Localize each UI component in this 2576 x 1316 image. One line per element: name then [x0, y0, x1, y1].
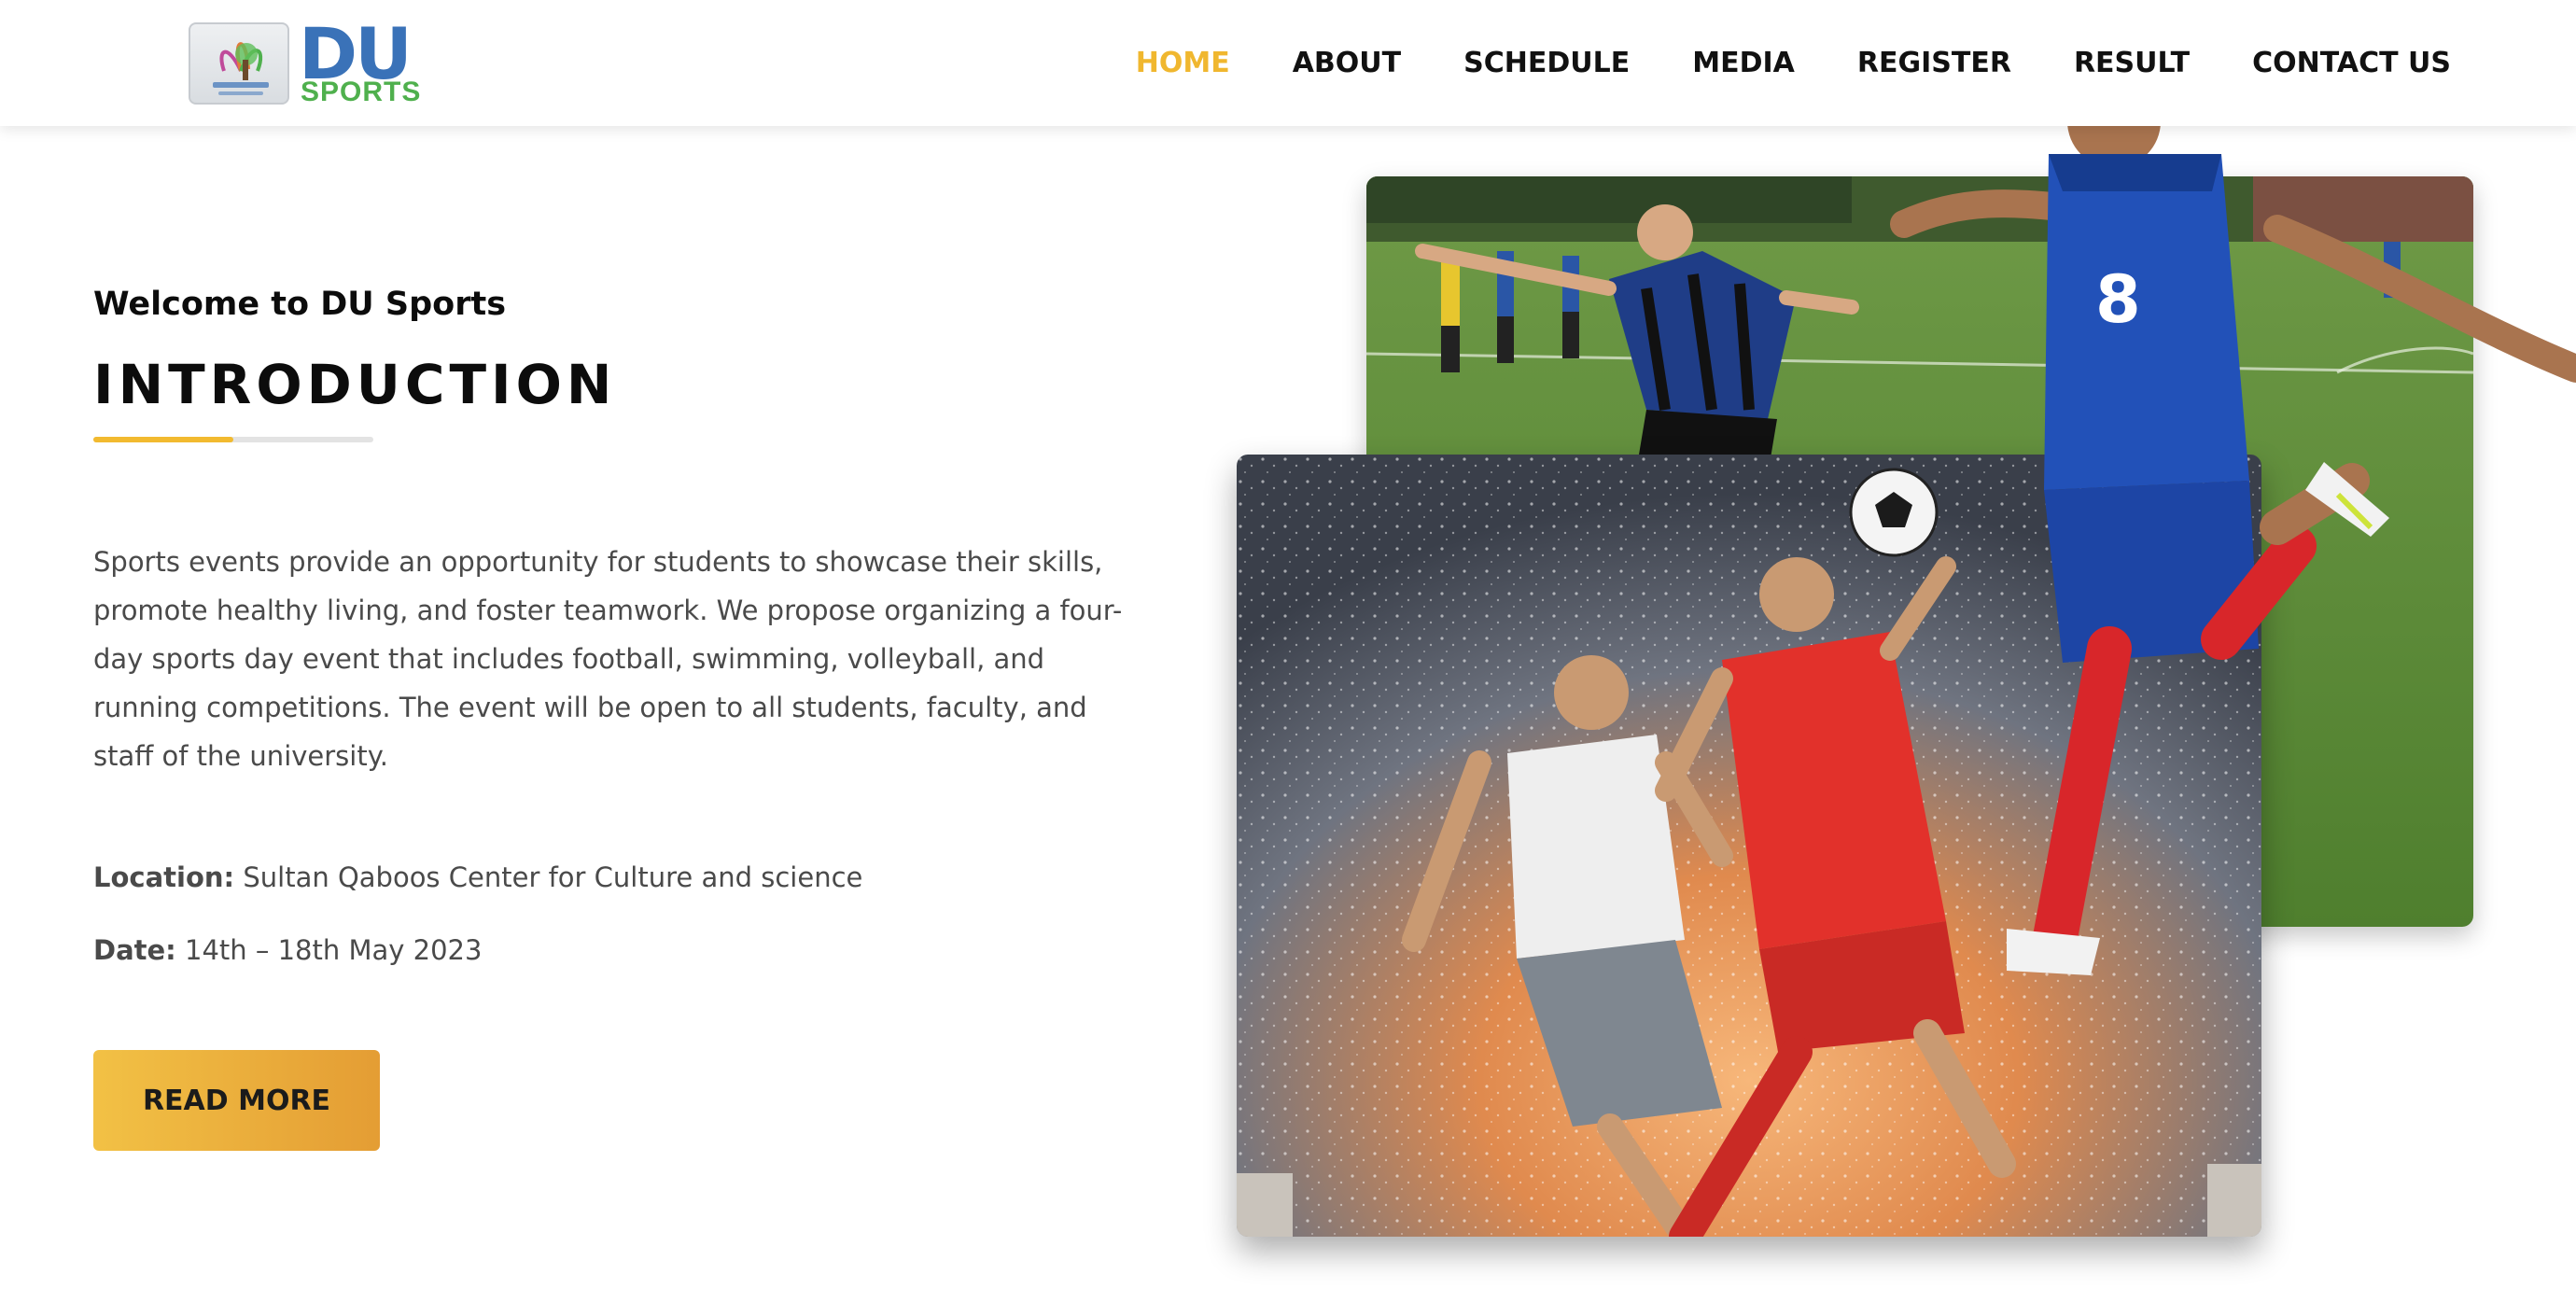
section-title: INTRODUCTION [93, 353, 617, 416]
university-emblem-icon [189, 22, 289, 105]
site-logo[interactable]: DU SPORTS [189, 17, 420, 106]
nav-schedule[interactable]: SCHEDULE [1463, 43, 1630, 84]
location-label: Location: [93, 861, 235, 893]
title-underline-accent [93, 437, 233, 442]
nav-register[interactable]: REGISTER [1857, 43, 2011, 84]
date-line: Date: 14th – 18th May 2023 [93, 930, 482, 971]
date-value: 14th – 18th May 2023 [185, 934, 483, 966]
location-value: Sultan Qaboos Center for Culture and sci… [243, 861, 863, 893]
nav-home[interactable]: HOME [1136, 43, 1230, 84]
nav-contact-us[interactable]: CONTACT US [2252, 43, 2451, 84]
intro-description: Sports events provide an opportunity for… [93, 546, 1123, 772]
nav-result[interactable]: RESULT [2074, 43, 2190, 84]
main-nav: HOME ABOUT SCHEDULE MEDIA REGISTER RESUL… [1073, 43, 2451, 84]
logo-sports-text: SPORTS [301, 77, 422, 107]
nav-about[interactable]: ABOUT [1293, 43, 1401, 84]
site-header: DU SPORTS HOME ABOUT SCHEDULE MEDIA REGI… [0, 0, 2576, 126]
blue-kit-player-image: 8 [1885, 75, 2576, 985]
location-line: Location: Sultan Qaboos Center for Cultu… [93, 857, 862, 898]
svg-text:8: 8 [2095, 261, 2141, 338]
welcome-heading: Welcome to DU Sports [93, 286, 507, 323]
title-underline [93, 437, 373, 442]
nav-media[interactable]: MEDIA [1692, 43, 1795, 84]
date-label: Date: [93, 934, 176, 966]
read-more-button[interactable]: READ MORE [93, 1050, 380, 1151]
